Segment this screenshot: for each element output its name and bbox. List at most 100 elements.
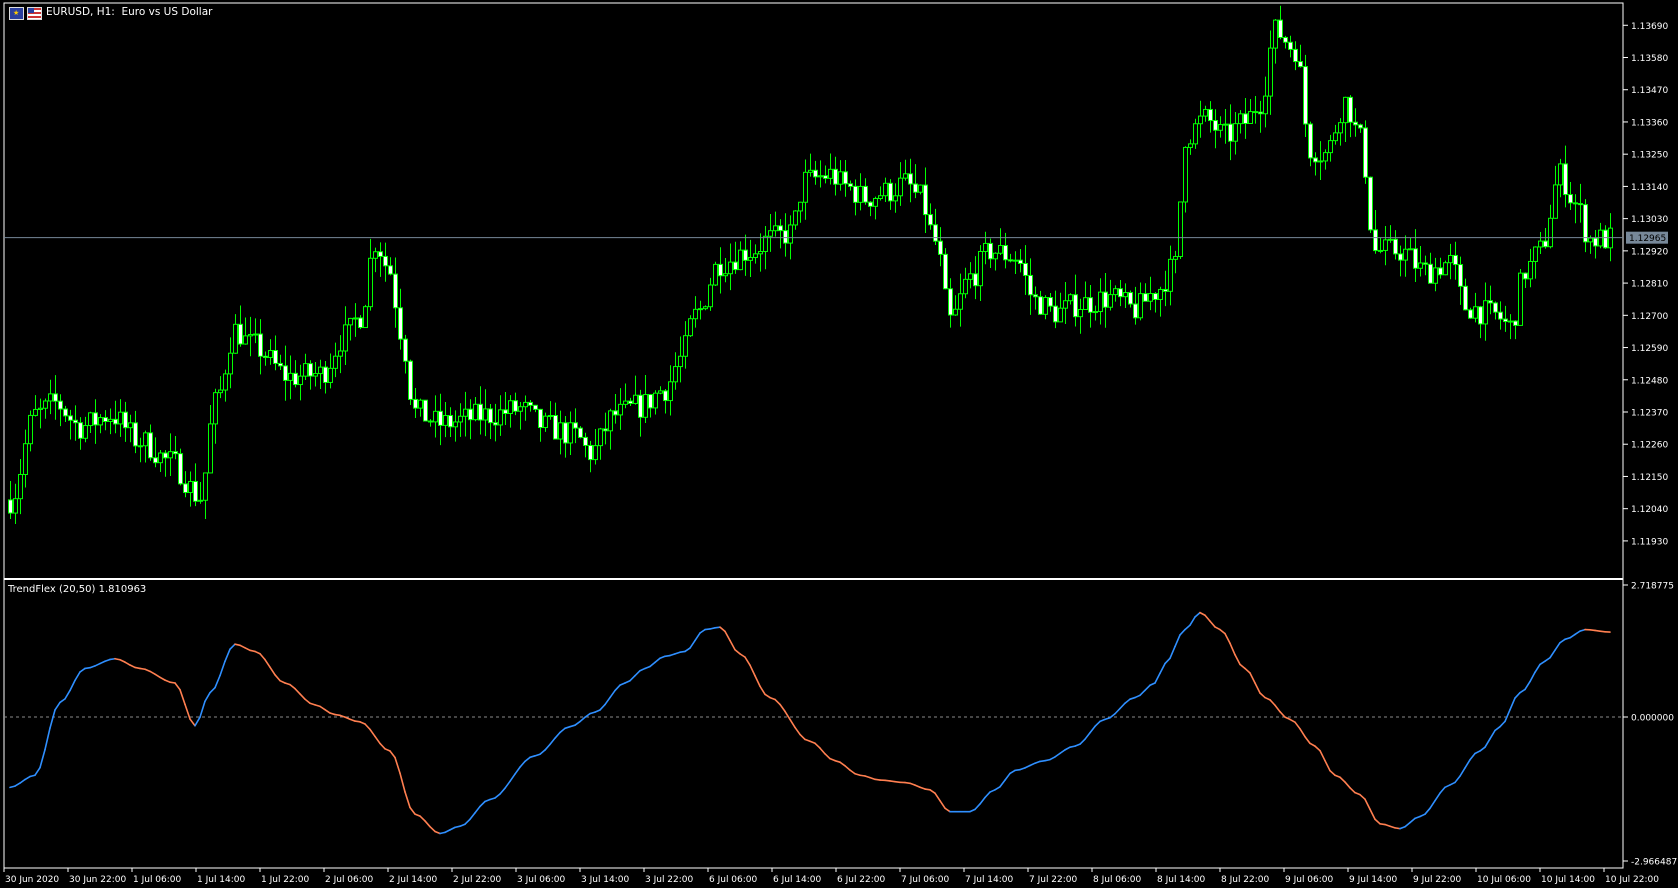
candle-body bbox=[308, 363, 313, 377]
price-tick-label: 1.13580 bbox=[1631, 54, 1668, 64]
time-tick-label: 6 Jul 06:00 bbox=[709, 875, 758, 885]
candle-body bbox=[1053, 305, 1058, 323]
candle-body bbox=[1248, 111, 1253, 124]
trendflex-segment bbox=[429, 825, 436, 833]
trendflex-segment bbox=[514, 766, 521, 775]
candle-body bbox=[898, 177, 903, 197]
candle-body bbox=[513, 400, 518, 412]
candle-body bbox=[658, 390, 663, 394]
trendflex-segment bbox=[649, 661, 656, 668]
candle-body bbox=[763, 235, 768, 253]
trendflex-segment bbox=[519, 760, 526, 768]
trendflex-segment bbox=[144, 668, 151, 673]
time-tick-label: 10 Jul 22:00 bbox=[1605, 875, 1659, 885]
candle-body bbox=[923, 184, 928, 216]
candle-body bbox=[473, 403, 478, 421]
trendflex-segment bbox=[1544, 656, 1551, 662]
candle-body bbox=[1228, 123, 1233, 142]
price-tick-label: 1.12260 bbox=[1631, 441, 1668, 451]
candle-body bbox=[978, 250, 983, 287]
trendflex-segment bbox=[259, 652, 266, 661]
candle-body bbox=[708, 284, 713, 308]
candle-body bbox=[608, 410, 613, 432]
trendflex-segment bbox=[1274, 704, 1281, 713]
candle-body bbox=[1218, 124, 1223, 131]
trendflex-segment bbox=[1354, 791, 1361, 796]
trendflex-segment bbox=[1499, 720, 1506, 728]
trendflex-segment bbox=[849, 769, 856, 775]
trendflex-segment bbox=[689, 639, 696, 649]
candle-body bbox=[628, 400, 633, 404]
candle-body bbox=[838, 171, 843, 185]
trendflex-segment bbox=[1339, 776, 1346, 783]
candle-body bbox=[613, 410, 618, 416]
candle-body bbox=[1173, 256, 1178, 260]
candle-body bbox=[1513, 320, 1518, 326]
trendflex-segment bbox=[784, 710, 791, 721]
candle-body bbox=[1588, 237, 1593, 243]
candle-body bbox=[48, 393, 53, 402]
trendflex-segment bbox=[939, 799, 946, 810]
candle-body bbox=[1328, 140, 1333, 154]
trendflex-segment bbox=[1244, 667, 1251, 674]
candle-body bbox=[358, 317, 363, 329]
trendflex-segment bbox=[194, 716, 201, 727]
candle-body bbox=[1323, 152, 1328, 162]
candle-body bbox=[488, 408, 493, 424]
trendflex-segment bbox=[659, 655, 666, 660]
candle-body bbox=[288, 372, 293, 381]
candle-body bbox=[1093, 311, 1098, 314]
trendflex-segment bbox=[49, 709, 56, 729]
candle-body bbox=[1343, 96, 1348, 124]
trendflex-segment bbox=[1474, 750, 1481, 755]
trendflex-segment bbox=[634, 669, 641, 677]
trendflex-segment bbox=[629, 674, 636, 682]
trendflex-segment bbox=[999, 779, 1006, 788]
indicator-tick-label: 0.000000 bbox=[1631, 713, 1674, 723]
candle-body bbox=[398, 307, 403, 340]
trendflex-segment bbox=[59, 698, 66, 704]
trendflex-segment bbox=[1519, 688, 1526, 694]
candle-body bbox=[638, 394, 643, 418]
current-price-label-group: 1.12965 bbox=[1626, 231, 1668, 244]
candle-body bbox=[283, 365, 288, 381]
candle-body bbox=[1373, 229, 1378, 252]
candle-body bbox=[673, 366, 678, 383]
trendflex-segment bbox=[279, 679, 286, 684]
candle-body bbox=[1368, 176, 1373, 231]
indicator-tick-label: 2.718775 bbox=[1631, 582, 1674, 592]
trendflex-segment bbox=[479, 800, 486, 808]
candle-body bbox=[258, 333, 263, 357]
trendflex-segment bbox=[1419, 813, 1426, 818]
trendflex-segment bbox=[1124, 698, 1131, 705]
candle-body bbox=[1283, 36, 1288, 43]
candle-body bbox=[1473, 306, 1478, 319]
candle-body bbox=[573, 422, 578, 429]
candle-body bbox=[33, 408, 38, 416]
candle-body bbox=[903, 173, 908, 179]
candle-body bbox=[533, 404, 538, 410]
candle-body bbox=[1358, 124, 1363, 129]
candle-body bbox=[878, 195, 883, 199]
candle-body bbox=[433, 410, 438, 423]
trendflex-segment bbox=[304, 698, 311, 705]
trendflex-segment bbox=[804, 738, 811, 743]
candle-body bbox=[853, 185, 858, 203]
indicator-tick-label: -2.966487 bbox=[1631, 858, 1677, 868]
candle-body bbox=[543, 415, 548, 429]
candle-body bbox=[1403, 248, 1408, 261]
candle-body bbox=[1533, 246, 1538, 262]
trendflex-segment bbox=[624, 679, 631, 684]
candle-body bbox=[1558, 163, 1563, 186]
candle-body bbox=[323, 366, 328, 383]
trendflex-segment bbox=[989, 789, 996, 793]
chart-canvas[interactable]: 1.13690 1.13580 1.13470 1.13360 1.13250 1.131… bbox=[0, 0, 1678, 888]
trendflex-segment bbox=[1479, 746, 1486, 752]
candle-body bbox=[193, 480, 198, 502]
candle-body bbox=[1003, 245, 1008, 261]
candle-body bbox=[593, 445, 598, 461]
trendflex-segment bbox=[819, 747, 826, 755]
candle-body bbox=[428, 420, 433, 423]
candle-body bbox=[618, 403, 623, 416]
candle-body bbox=[133, 422, 138, 447]
